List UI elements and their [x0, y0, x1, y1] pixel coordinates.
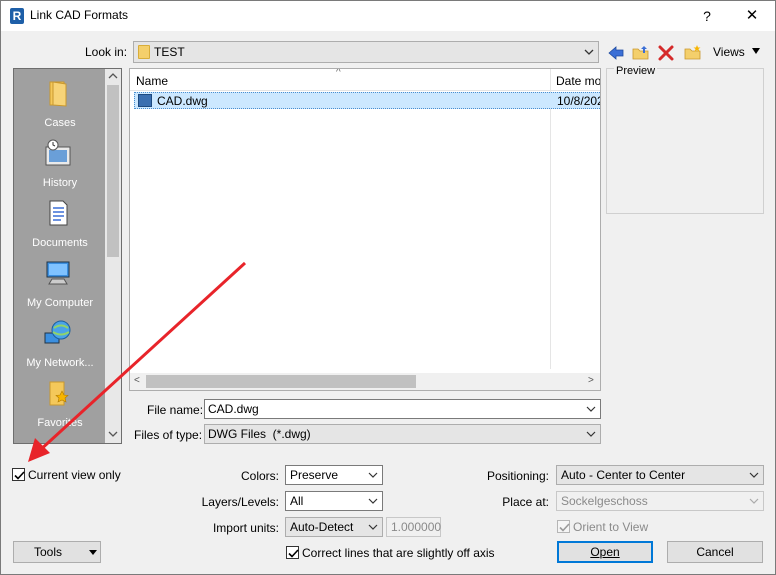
import-units-value: Auto-Detect	[290, 520, 354, 534]
chevron-down-icon	[749, 498, 759, 504]
checkmark-icon	[559, 523, 570, 532]
back-arrow-icon[interactable]	[607, 44, 625, 62]
chevron-down-icon[interactable]	[586, 404, 596, 414]
window-title: Link CAD Formats	[30, 8, 129, 22]
place-label: My Network...	[26, 357, 94, 369]
checkmark-icon	[14, 471, 25, 480]
place-at-label: Place at:	[502, 495, 549, 509]
place-cases[interactable]: Cases	[14, 73, 106, 133]
column-header-row: ^ Name Date mo	[130, 68, 600, 91]
column-separator	[550, 69, 551, 369]
place-my-computer[interactable]: My Computer	[14, 253, 106, 313]
positioning-label: Positioning:	[486, 469, 549, 483]
file-type-label: Files of type:	[134, 428, 203, 442]
scroll-left-icon[interactable]: <	[134, 375, 140, 386]
chevron-down-icon	[586, 431, 596, 437]
preview-label: Preview	[614, 65, 658, 77]
correct-lines-checkbox[interactable]	[286, 546, 299, 559]
new-folder-icon[interactable]	[684, 44, 702, 62]
sort-ascending-icon: ^	[336, 68, 341, 78]
import-units-label: Import units:	[212, 521, 279, 535]
place-label: Favorites	[37, 417, 83, 429]
chevron-down-icon	[368, 524, 378, 530]
look-in-value: TEST	[154, 45, 185, 59]
layers-label: Layers/Levels:	[201, 495, 279, 509]
revit-app-icon: R	[10, 8, 24, 24]
file-date-cell: 10/8/202	[557, 94, 601, 108]
views-menu[interactable]: Views	[713, 45, 745, 59]
documents-icon	[49, 200, 68, 226]
scroll-right-icon[interactable]: >	[588, 375, 594, 386]
place-label: My Computer	[26, 297, 94, 309]
file-name-label: File name:	[147, 403, 204, 417]
scroll-up-icon[interactable]	[108, 72, 118, 80]
chevron-down-icon	[749, 472, 759, 478]
chevron-down-icon	[584, 49, 594, 55]
history-icon	[45, 139, 71, 166]
close-button[interactable]: ✕	[737, 4, 767, 28]
place-at-select: Sockelgeschoss	[556, 491, 764, 511]
layers-value: All	[290, 494, 304, 508]
file-name-input[interactable]: CAD.dwg	[204, 399, 601, 419]
look-in-label: Look in:	[85, 45, 128, 59]
place-label: Documents	[32, 237, 88, 249]
help-button[interactable]: ?	[693, 4, 721, 28]
colors-select[interactable]: Preserve	[285, 465, 383, 485]
checkmark-icon	[288, 549, 299, 558]
up-folder-icon[interactable]	[632, 44, 650, 62]
tools-label: Tools	[34, 545, 63, 559]
place-my-network[interactable]: My Network...	[14, 313, 106, 373]
chevron-down-icon	[368, 472, 378, 478]
cancel-button[interactable]: Cancel	[667, 541, 763, 563]
correct-lines-label: Correct lines that are slightly off axis	[302, 546, 495, 560]
place-label: Cases	[44, 117, 76, 129]
scroll-down-icon[interactable]	[108, 430, 118, 438]
folder-icon	[49, 81, 67, 107]
column-header-date[interactable]: Date mo	[556, 74, 600, 88]
import-scale-input: 1.000000	[386, 517, 441, 537]
preview-pane: Preview	[606, 65, 764, 214]
dropdown-arrow-icon	[89, 550, 97, 555]
file-list[interactable]: ^ Name Date mo CAD.dwg 10/8/202 < >	[129, 68, 601, 391]
tools-button[interactable]: Tools	[13, 541, 101, 563]
place-history[interactable]: History	[14, 133, 106, 193]
places-scrollbar[interactable]	[105, 69, 121, 443]
column-header-name[interactable]: Name	[136, 74, 168, 88]
orient-to-view-label: Orient to View	[573, 520, 649, 534]
current-view-only-checkbox[interactable]	[12, 468, 25, 481]
positioning-select[interactable]: Auto - Center to Center	[556, 465, 764, 485]
colors-value: Preserve	[290, 468, 339, 482]
computer-icon	[46, 261, 70, 285]
place-label: History	[42, 177, 78, 189]
places-bar: Cases History Documents My Computer My N…	[13, 68, 122, 444]
scroll-thumb[interactable]	[107, 85, 119, 257]
place-at-value: Sockelgeschoss	[561, 494, 648, 508]
chevron-down-icon	[368, 498, 378, 504]
file-type-select[interactable]: DWG Files (*.dwg)	[204, 424, 601, 444]
place-favorites[interactable]: Favorites	[14, 373, 106, 433]
place-documents[interactable]: Documents	[14, 193, 106, 253]
file-row-selected[interactable]: CAD.dwg 10/8/202	[134, 92, 601, 109]
layers-select[interactable]: All	[285, 491, 383, 511]
scroll-thumb[interactable]	[146, 375, 416, 388]
orient-to-view-checkbox	[557, 520, 570, 533]
file-name-value: CAD.dwg	[208, 402, 259, 416]
import-units-select[interactable]: Auto-Detect	[285, 517, 383, 537]
current-view-only-label: Current view only	[28, 468, 121, 482]
favorites-icon	[49, 381, 69, 406]
open-button[interactable]: Open	[557, 541, 653, 563]
views-dropdown-arrow-icon[interactable]	[752, 48, 760, 54]
folder-icon	[138, 45, 150, 59]
file-name-cell: CAD.dwg	[157, 94, 208, 108]
horizontal-scrollbar[interactable]: < >	[130, 373, 600, 390]
dwg-file-icon	[138, 94, 152, 107]
file-type-value: DWG Files (*.dwg)	[208, 427, 311, 441]
look-in-combo[interactable]: TEST	[133, 41, 599, 63]
positioning-value: Auto - Center to Center	[561, 468, 686, 482]
colors-label: Colors:	[240, 469, 279, 483]
delete-icon[interactable]	[657, 44, 675, 62]
network-icon	[44, 320, 71, 344]
